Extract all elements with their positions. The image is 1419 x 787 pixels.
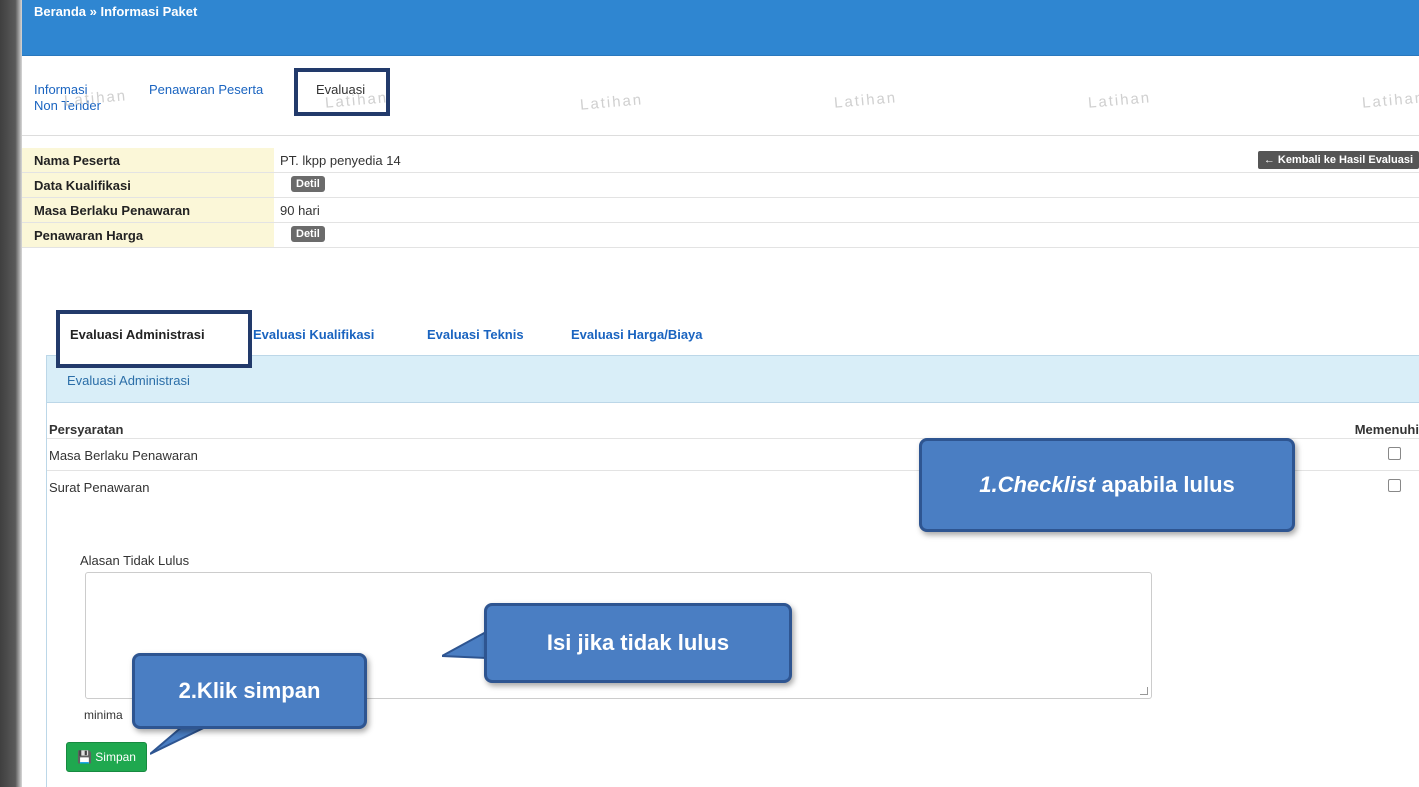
table-header: Persyaratan Memenuhi [47, 414, 1419, 439]
info-label: Penawaran Harga [22, 223, 274, 247]
alasan-tidak-lulus-label: Alasan Tidak Lulus [80, 553, 190, 568]
info-value: PT. lkpp penyedia 14 [280, 153, 401, 168]
info-value: 90 hari [280, 203, 320, 218]
page: Beranda » Informasi Paket Informasi Non … [22, 0, 1419, 787]
tab-evaluasi-kualifikasi[interactable]: Evaluasi Kualifikasi [253, 327, 374, 342]
info-label: Nama Peserta [22, 148, 274, 172]
callout-isi-jika-tidak-lulus: Isi jika tidak lulus [484, 603, 792, 683]
watermark-text: Latihan [1087, 89, 1152, 112]
top-bar: Beranda » Informasi Paket [22, 0, 1419, 56]
memenuhi-checkbox[interactable] [1388, 447, 1401, 460]
tab-penawaran-peserta[interactable]: Penawaran Peserta [149, 82, 263, 98]
info-row-data-kualifikasi: Data Kualifikasi Detil [22, 173, 1419, 198]
simpan-button[interactable]: 💾 Simpan [66, 742, 147, 772]
minimal-hint-text: minima [84, 708, 123, 722]
info-row-nama-peserta: Nama Peserta PT. lkpp penyedia 14 ← Kemb… [22, 148, 1419, 173]
requirement-name: Masa Berlaku Penawaran [49, 448, 198, 463]
evaluation-tabs: Evaluasi Administrasi Evaluasi Kualifika… [48, 310, 1419, 368]
resize-handle-icon[interactable] [1140, 687, 1148, 695]
participant-info-table: Nama Peserta PT. lkpp penyedia 14 ← Kemb… [22, 148, 1419, 248]
watermark-text: Latihan [833, 89, 898, 112]
info-row-masa-berlaku: Masa Berlaku Penawaran 90 hari [22, 198, 1419, 223]
info-label: Masa Berlaku Penawaran [22, 198, 274, 222]
package-nav-tabs: Informasi Non Tender Penawaran Peserta E… [22, 56, 1419, 136]
watermark-text: Latihan [1361, 89, 1419, 112]
column-persyaratan: Persyaratan [49, 422, 124, 437]
callout-checklist: 1.Checklist apabila lulus [919, 438, 1295, 532]
detil-button[interactable]: Detil [291, 226, 325, 242]
callout-checklist-rest: apabila lulus [1095, 472, 1235, 497]
window-frame-edge [0, 0, 22, 787]
info-label: Data Kualifikasi [22, 173, 274, 197]
back-to-evaluation-button[interactable]: ← Kembali ke Hasil Evaluasi [1257, 151, 1419, 169]
watermark-text: Latihan [579, 91, 644, 114]
tab-evaluasi-harga[interactable]: Evaluasi Harga/Biaya [571, 327, 703, 342]
detil-button[interactable]: Detil [291, 176, 325, 192]
tab-evaluasi-administrasi[interactable]: Evaluasi Administrasi [56, 310, 252, 368]
save-icon: 💾 [77, 750, 92, 764]
callout-checklist-italic: 1.Checklist [979, 472, 1096, 497]
memenuhi-checkbox[interactable] [1388, 479, 1401, 492]
column-memenuhi: Memenuhi [1354, 422, 1419, 437]
simpan-label: Simpan [95, 750, 136, 764]
breadcrumb[interactable]: Beranda » Informasi Paket [34, 4, 197, 19]
tab-evaluasi-teknis[interactable]: Evaluasi Teknis [427, 327, 524, 342]
info-row-penawaran-harga: Penawaran Harga Detil [22, 223, 1419, 248]
callout-klik-simpan: 2.Klik simpan [132, 653, 367, 729]
requirement-name: Surat Penawaran [49, 480, 150, 495]
panel-title: Evaluasi Administrasi [47, 356, 1419, 403]
